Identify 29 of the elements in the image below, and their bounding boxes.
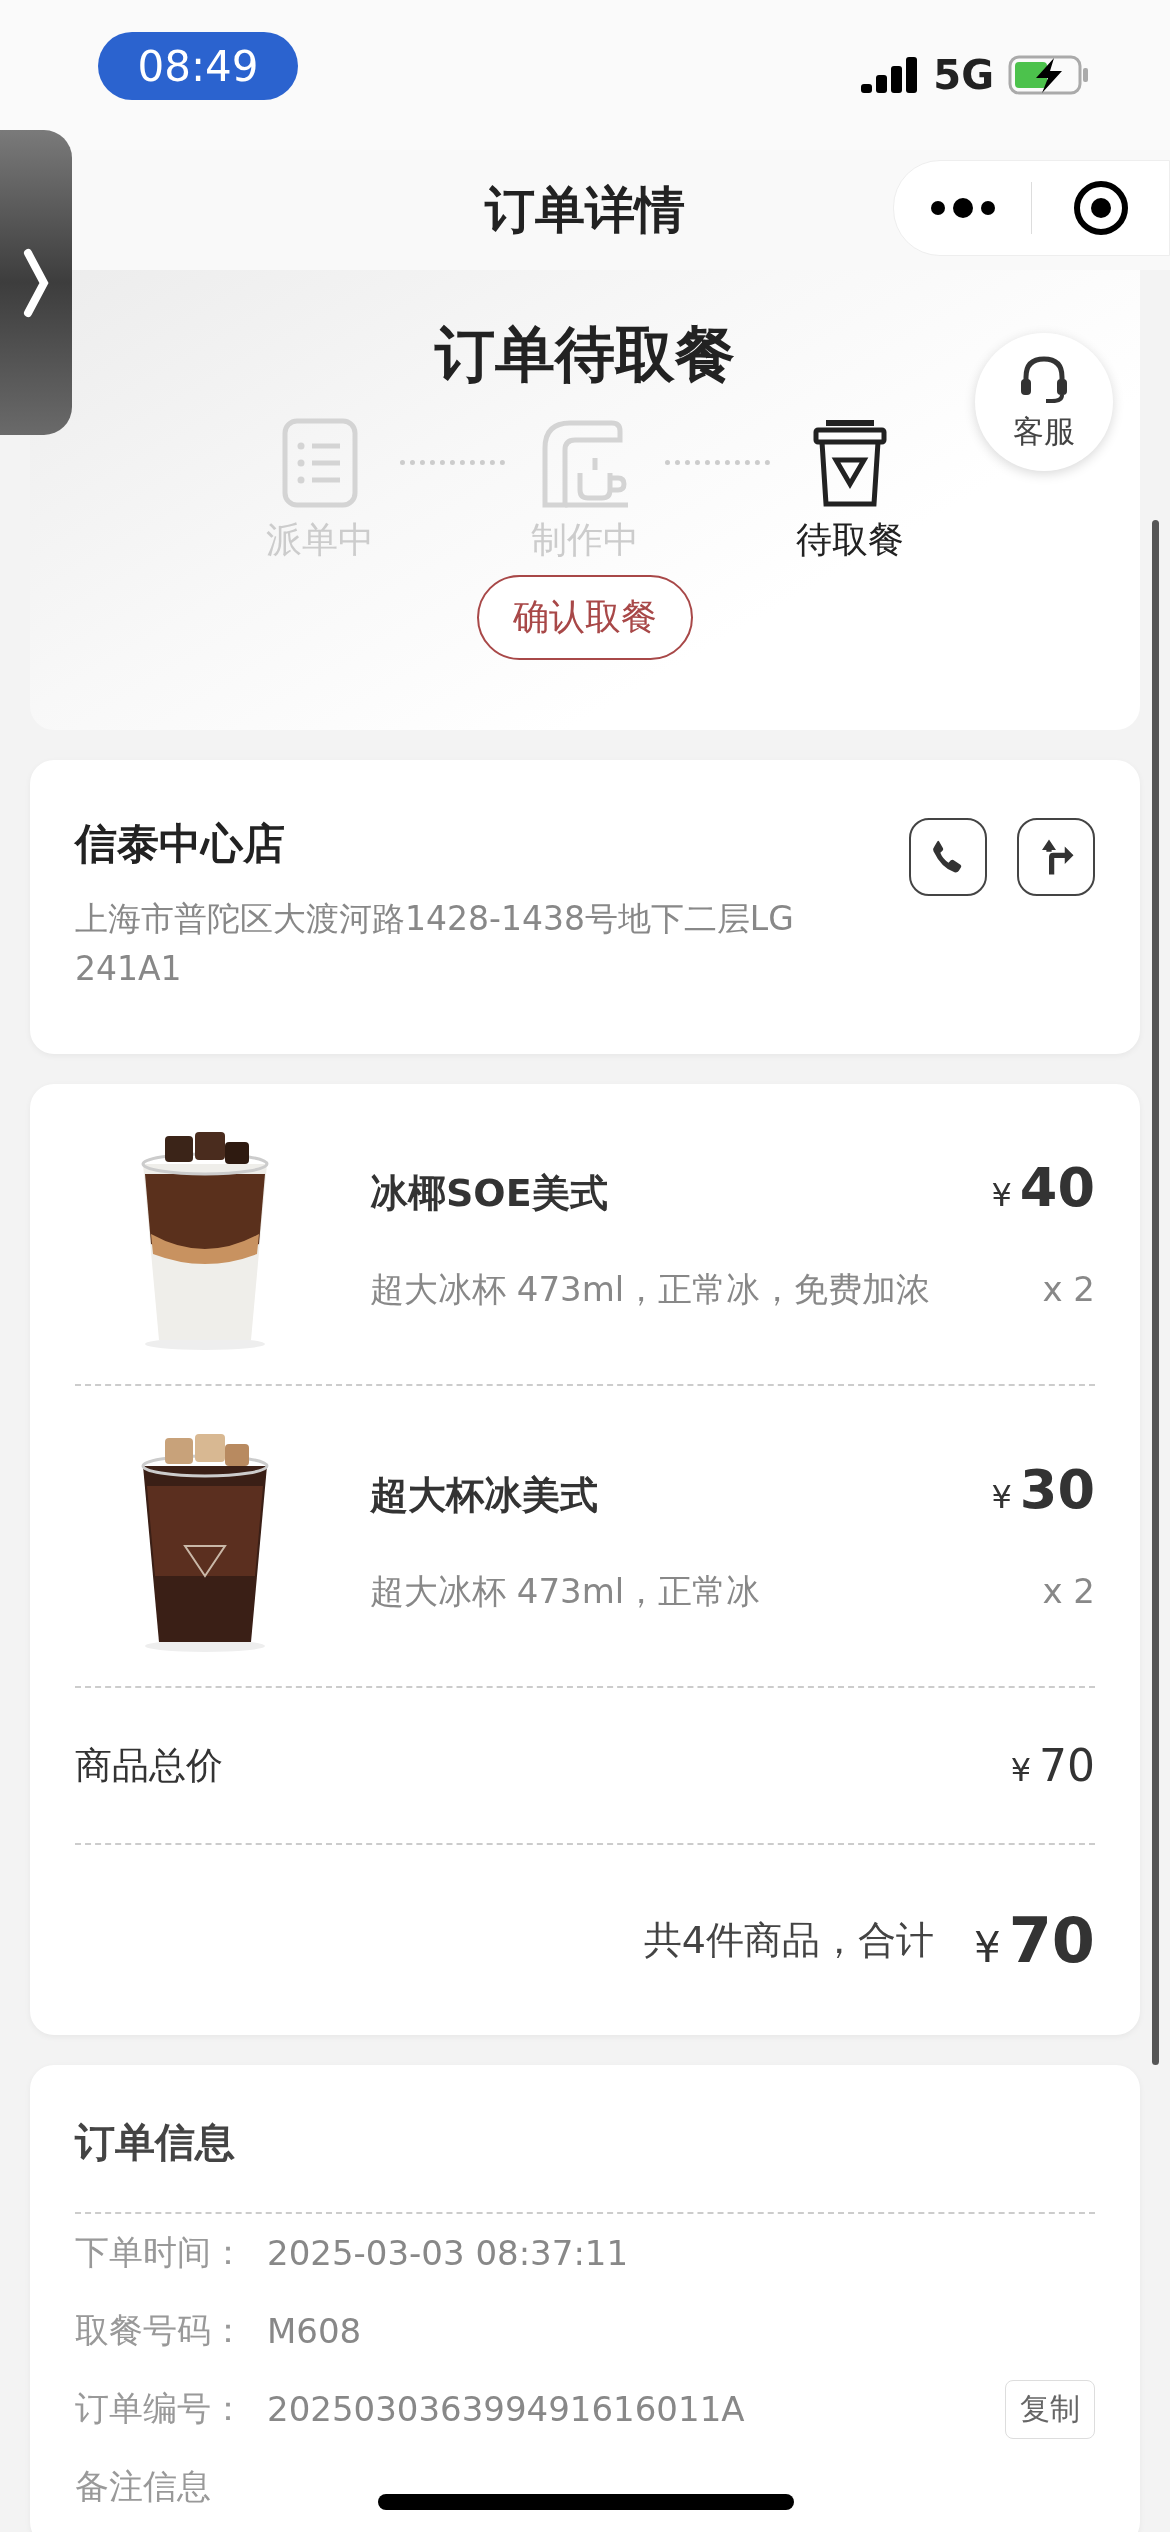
item-price: ¥40 xyxy=(991,1155,1095,1219)
item-options: 超大冰杯 473ml，正常冰 xyxy=(370,1568,761,1615)
status-time: 08:49 xyxy=(98,32,298,100)
item-price: ¥30 xyxy=(991,1457,1095,1521)
item-name: 冰椰SOE美式 xyxy=(370,1169,608,1217)
item-options: 超大冰杯 473ml，正常冰，免费加浓 xyxy=(370,1266,931,1313)
item-name: 超大杯冰美式 xyxy=(370,1471,598,1519)
info-label: 取餐号码： xyxy=(75,2309,245,2352)
item-quantity: x 2 xyxy=(1042,1570,1095,1611)
info-label: 订单编号： xyxy=(75,2387,245,2430)
info-value: M608 xyxy=(267,2311,362,2351)
status-title: 订单待取餐 xyxy=(435,318,735,391)
store-address: 上海市普陀区大渡河路1428-1438号地下二层LG241A1 xyxy=(75,898,795,990)
store-name: 信泰中心店 xyxy=(75,818,285,870)
step-label: 待取餐 xyxy=(796,518,904,562)
info-label: 备注信息 xyxy=(75,2465,211,2508)
info-value: 202503036399491616011A xyxy=(267,2389,745,2429)
subtotal-amount: ¥ 70 xyxy=(1010,1740,1095,1791)
subtotal-label: 商品总价 xyxy=(75,1742,223,1789)
total-amount: ¥70 xyxy=(974,1903,1095,1977)
item-quantity: x 2 xyxy=(1042,1268,1095,1309)
confirm-pickup-button[interactable]: 确认取餐 xyxy=(477,575,693,660)
page-title: 订单详情 xyxy=(485,179,685,241)
order-info-title: 订单信息 xyxy=(75,2115,1095,2214)
info-value: 2025-03-03 08:37:11 xyxy=(267,2233,629,2273)
network-label: 5G xyxy=(933,52,994,98)
copy-button[interactable]: 复制 xyxy=(1005,2379,1095,2439)
total-label: 共4件商品，合计 xyxy=(643,1916,934,1964)
info-label: 下单时间： xyxy=(75,2231,245,2274)
